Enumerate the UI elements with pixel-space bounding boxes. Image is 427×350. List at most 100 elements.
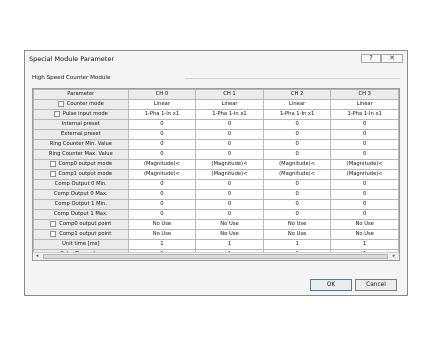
scroll-left-icon[interactable]: ◂	[34, 254, 40, 259]
cell-ch0[interactable]: (Magnitude)<	[127, 159, 197, 170]
header-ch3[interactable]: CH 3	[330, 89, 399, 100]
cell-ch2[interactable]: No Use	[262, 229, 332, 240]
table-row: Comp Output 1 Min. 0 0 0 0	[33, 199, 399, 210]
cell-ch0[interactable]: Linear	[127, 99, 197, 110]
cell-ch2[interactable]: 1	[262, 239, 332, 250]
cell-ch2[interactable]: 0	[262, 119, 332, 130]
special-module-parameter-dialog: Special Module Parameter ? ✕ High Speed …	[24, 50, 408, 296]
close-icon: ✕	[389, 54, 395, 62]
header-ch2[interactable]: CH 2	[262, 89, 332, 100]
cell-ch1[interactable]: 0	[195, 209, 264, 220]
cell-ch2[interactable]: 0	[262, 179, 332, 190]
cell-ch3[interactable]: 0	[330, 179, 399, 190]
cell-ch0[interactable]: 0	[127, 179, 197, 190]
cell-ch0[interactable]: (Magnitude)<	[127, 169, 197, 180]
row-header[interactable]: Pulse input mode	[33, 109, 129, 120]
row-checkbox[interactable]	[53, 110, 60, 117]
table-row: Counter mode Linear Linear Linear Linear	[33, 99, 399, 110]
scroll-right-icon[interactable]: ▸	[391, 254, 397, 259]
cell-ch2[interactable]: No Use	[262, 219, 332, 230]
cell-ch3[interactable]: (Magnitude)<	[330, 159, 399, 170]
row-header: Ring Counter Min. Value	[33, 139, 129, 150]
cell-ch3[interactable]: 1	[330, 239, 399, 250]
cell-ch2[interactable]: 0	[262, 149, 332, 160]
row-checkbox[interactable]	[49, 160, 56, 167]
horizontal-scrollbar[interactable]: ◂ ▸	[33, 252, 399, 260]
cell-ch1[interactable]: 0	[195, 129, 264, 140]
row-label: Comp0 output point	[59, 221, 112, 227]
cell-ch0[interactable]: 0	[127, 199, 197, 210]
row-header[interactable]: Comp1 output point	[33, 229, 129, 240]
cell-ch1[interactable]: No Use	[195, 229, 264, 240]
cancel-button[interactable]: Cancel	[355, 279, 397, 291]
row-checkbox[interactable]	[57, 100, 64, 107]
table-row: Internal preset 0 0 0 0	[33, 119, 399, 130]
cell-ch0[interactable]: 0	[127, 209, 197, 220]
row-header[interactable]: Comp1 output mode	[33, 169, 129, 180]
cell-ch3[interactable]: 0	[330, 129, 399, 140]
table-row: Comp1 output point No Use No Use No Use No U…	[33, 229, 399, 240]
cell-ch0[interactable]: 0	[127, 139, 197, 150]
cell-ch2[interactable]: (Magnitude)<	[262, 159, 332, 170]
help-button[interactable]: ?	[361, 54, 381, 63]
header-ch1[interactable]: CH 1	[195, 89, 264, 100]
cell-ch0[interactable]: 1-Pha 1-In x1	[127, 109, 197, 120]
parameter-grid: Parameter CH 0 CH 1 CH 2 CH 3 Counter mode Lin…	[32, 88, 400, 261]
header-ch0[interactable]: CH 0	[127, 89, 197, 100]
cell-ch0[interactable]: 0	[127, 149, 197, 160]
cell-ch3[interactable]: 0	[330, 199, 399, 210]
cell-ch1[interactable]: 1-Pha 1-In x1	[195, 109, 264, 120]
cell-ch1[interactable]: 0	[195, 119, 264, 130]
scroll-thumb[interactable]	[43, 254, 388, 259]
cell-ch1[interactable]: 0	[195, 179, 264, 190]
cell-ch1[interactable]: 0	[195, 149, 264, 160]
table-row: Ring Counter Max. Value 0 0 0 0	[33, 149, 399, 160]
cell-ch2[interactable]: 0	[262, 189, 332, 200]
table-row: Comp Output 0 Max. 0 0 0 0	[33, 189, 399, 200]
cell-ch0[interactable]: 1	[127, 239, 197, 250]
row-label: Comp Output 0 Max.	[53, 191, 108, 197]
row-checkbox[interactable]	[50, 220, 57, 227]
cell-ch2[interactable]: 0	[262, 129, 332, 140]
cell-ch3[interactable]: No Use	[330, 229, 399, 240]
cell-ch1[interactable]: (Magnitude)<	[195, 169, 264, 180]
close-button[interactable]: ✕	[381, 54, 403, 63]
row-header[interactable]: Comp0 output mode	[33, 159, 129, 170]
row-checkbox[interactable]	[50, 230, 57, 237]
cell-ch3[interactable]: 0	[330, 119, 399, 130]
header-parameter[interactable]: Parameter	[33, 89, 129, 100]
parameter-table-body: Parameter CH 0 CH 1 CH 2 CH 3 Counter mode Lin…	[33, 89, 399, 260]
row-label: Comp0 output mode	[58, 161, 113, 167]
cell-ch3[interactable]: 0	[330, 149, 399, 160]
row-header[interactable]: Counter mode	[33, 99, 129, 110]
cell-ch3[interactable]: 1-Pha 1-In x1	[330, 109, 399, 120]
cell-ch1[interactable]: 0	[195, 139, 264, 150]
cell-ch1[interactable]: 1	[195, 239, 264, 250]
cell-ch3[interactable]: Linear	[330, 99, 399, 110]
cell-ch3[interactable]: 0	[330, 189, 399, 200]
cell-ch1[interactable]: 0	[195, 189, 264, 200]
cell-ch2[interactable]: Linear	[262, 99, 332, 110]
row-header[interactable]: Comp0 output point	[33, 219, 129, 230]
cell-ch0[interactable]: No Use	[127, 229, 197, 240]
cell-ch2[interactable]: (Magnitude)<	[262, 169, 332, 180]
cell-ch3[interactable]: (Magnitude)<	[330, 169, 399, 180]
cell-ch0[interactable]: 0	[127, 119, 197, 130]
cell-ch3[interactable]: 0	[330, 209, 399, 220]
cell-ch1[interactable]: (Magnitude)<	[195, 159, 264, 170]
help-icon: ?	[369, 54, 373, 62]
cell-ch2[interactable]: 0	[262, 199, 332, 210]
cell-ch2[interactable]: 1-Pha 1-In x1	[262, 109, 332, 120]
cell-ch1[interactable]: Linear	[195, 99, 264, 110]
cell-ch1[interactable]: 0	[195, 199, 264, 210]
cell-ch3[interactable]: No Use	[330, 219, 399, 230]
cell-ch0[interactable]: 0	[127, 129, 197, 140]
cell-ch1[interactable]: No Use	[195, 219, 264, 230]
ok-button[interactable]: OK	[310, 279, 352, 291]
cell-ch2[interactable]: 0	[262, 139, 332, 150]
row-checkbox[interactable]	[49, 170, 56, 177]
cell-ch2[interactable]: 0	[262, 209, 332, 220]
cell-ch0[interactable]: 0	[127, 189, 197, 200]
cell-ch3[interactable]: 0	[330, 139, 399, 150]
cell-ch0[interactable]: No Use	[127, 219, 197, 230]
